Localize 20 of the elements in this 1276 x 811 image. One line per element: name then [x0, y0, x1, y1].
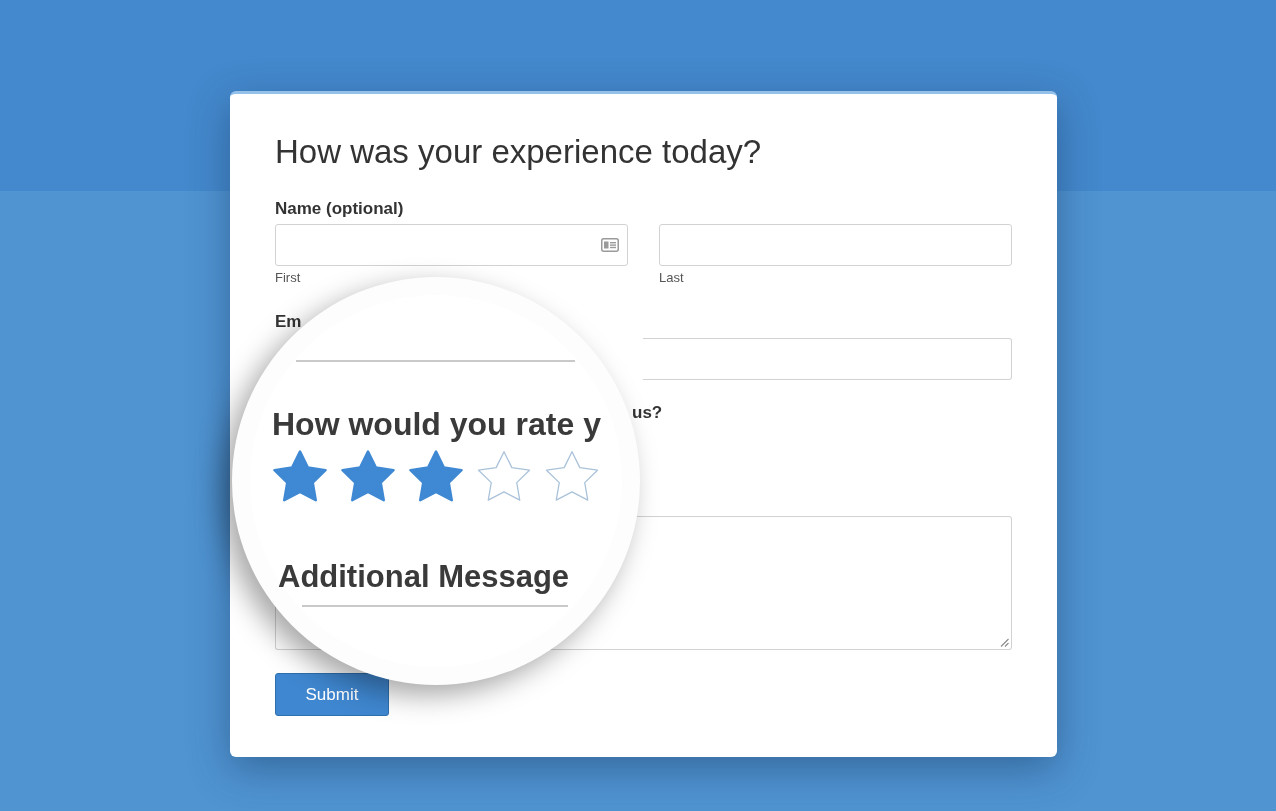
star-rating[interactable] — [273, 450, 601, 502]
resize-handle-icon[interactable] — [1000, 638, 1009, 647]
field-label: Name (optional) — [275, 198, 404, 219]
form-title: How was your experience today? — [275, 133, 762, 171]
field-sublabel: Last — [659, 270, 684, 286]
field-sublabel: First — [275, 270, 301, 286]
star-outline-icon[interactable] — [545, 450, 599, 502]
star-icon[interactable] — [273, 450, 327, 502]
message-heading: Additional Message — [278, 559, 570, 595]
star-icon[interactable] — [409, 450, 463, 502]
star-outline-icon[interactable] — [477, 450, 531, 502]
rating-question-heading: How would you rate y — [272, 406, 601, 442]
email-input-field[interactable] — [643, 338, 1012, 380]
field-label: Em — [275, 311, 302, 332]
contact-card-icon — [601, 238, 619, 252]
name-input-field[interactable] — [659, 224, 1012, 266]
submit-button[interactable]: Submit — [275, 673, 389, 716]
field-label: us? — [632, 402, 663, 423]
name-input-field[interactable] — [275, 224, 628, 266]
star-icon[interactable] — [341, 450, 395, 502]
